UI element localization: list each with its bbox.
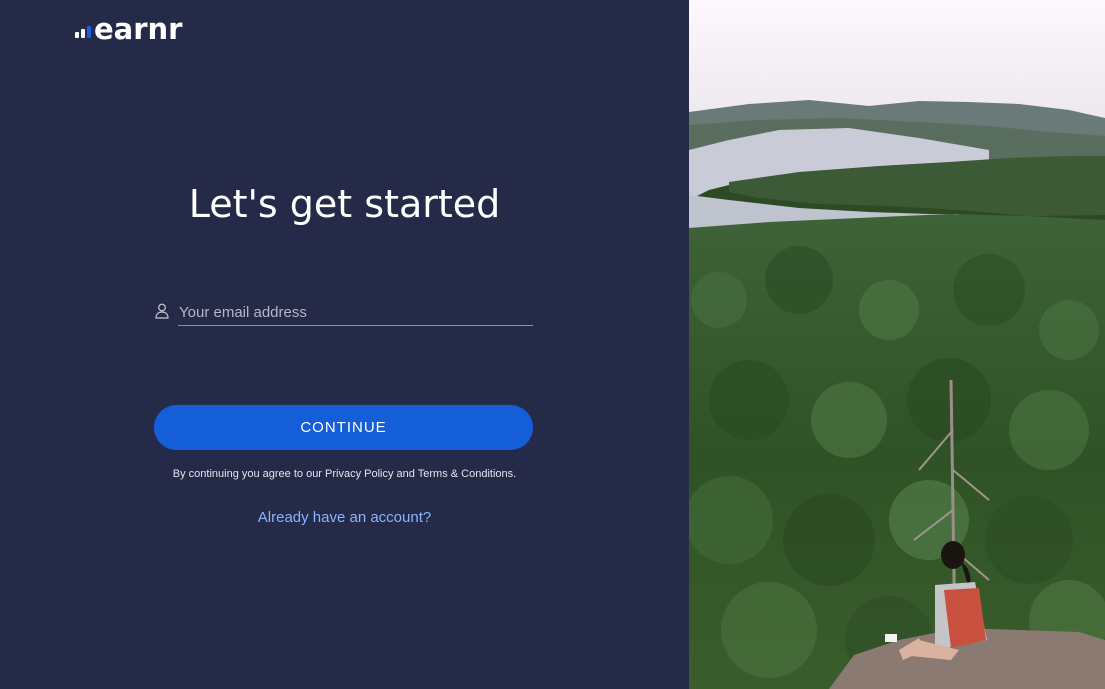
email-input[interactable] bbox=[178, 299, 533, 326]
terms-conditions-link[interactable]: Terms & Conditions bbox=[418, 468, 513, 480]
already-have-account-link[interactable]: Already have an account? bbox=[0, 509, 689, 526]
continue-button[interactable]: CONTINUE bbox=[154, 405, 533, 450]
user-icon bbox=[155, 303, 169, 319]
logo-bars-icon bbox=[75, 26, 91, 38]
earnr-logo[interactable]: earnr bbox=[75, 14, 183, 44]
terms-text: By continuing you agree to our Privacy P… bbox=[172, 468, 517, 480]
signup-panel: earnr Let's get started CONTINUE By cont… bbox=[0, 0, 689, 689]
landscape-photo bbox=[689, 0, 1105, 689]
hero-image bbox=[689, 0, 1105, 689]
logo-text: earnr bbox=[94, 12, 183, 46]
privacy-policy-link[interactable]: Privacy Policy bbox=[325, 468, 393, 480]
email-field-row bbox=[155, 299, 533, 327]
page-title: Let's get started bbox=[188, 182, 501, 226]
